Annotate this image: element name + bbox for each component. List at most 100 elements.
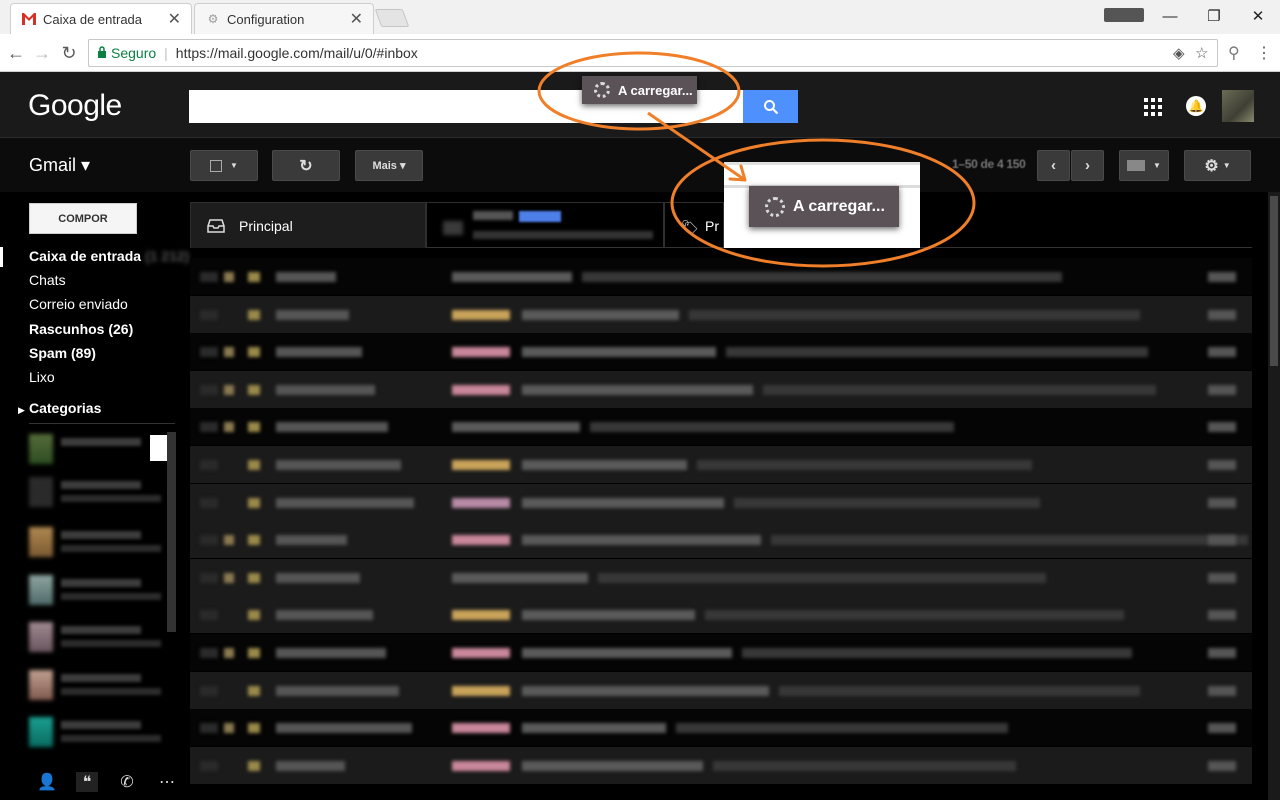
hangouts-contact[interactable] (29, 622, 169, 656)
hangouts-contact[interactable] (29, 575, 169, 609)
table-row[interactable] (190, 746, 1252, 784)
table-row[interactable] (190, 558, 1252, 596)
extension-bike-icon[interactable]: ⚲ (1228, 43, 1240, 63)
blurred-tab-title (473, 211, 513, 220)
phone-icon[interactable]: ✆ (116, 772, 138, 792)
sidebar-item-sent[interactable]: Correio enviado (29, 296, 128, 312)
close-window-button[interactable]: ✕ (1238, 4, 1278, 28)
sidebar-item-drafts[interactable]: Rascunhos (26) (29, 321, 133, 337)
gmail-switcher[interactable]: Gmail ▾ (29, 155, 90, 176)
reload-icon[interactable]: ↻ (57, 41, 81, 65)
blurred-cell (582, 272, 1062, 282)
sidebar-scrollbar[interactable] (167, 432, 176, 632)
table-row[interactable] (190, 671, 1252, 709)
tab-promotions[interactable]: 🏷 Pr (664, 202, 724, 248)
search-button[interactable] (743, 90, 798, 123)
new-tab-button[interactable] (374, 9, 410, 27)
table-row[interactable] (190, 258, 1252, 295)
omnibox-separator: | (164, 45, 168, 61)
browser-tab-inbox[interactable]: Caixa de entrada ✕ (10, 3, 192, 34)
restore-button[interactable]: ❐ (1194, 4, 1234, 28)
hangouts-contact[interactable] (29, 434, 169, 468)
contact-name (61, 674, 141, 682)
table-row[interactable] (190, 295, 1252, 333)
browser-tab-configuration[interactable]: ⚙ Configuration ✕ (194, 3, 374, 34)
minimize-button[interactable]: — (1150, 4, 1190, 28)
new-badge (519, 211, 561, 222)
url-text: https://mail.google.com/mail/u/0/#inbox (175, 45, 418, 61)
person-icon[interactable]: 👤 (36, 772, 58, 792)
contact-status (61, 688, 161, 695)
loading-label: A carregar... (793, 197, 885, 215)
blurred-cell (705, 610, 1124, 621)
notifications-bell-icon[interactable]: 🔔 (1186, 96, 1206, 116)
table-row[interactable] (190, 370, 1252, 408)
settings-button[interactable]: ⚙ ▼ (1184, 150, 1251, 181)
blurred-cell (248, 497, 260, 508)
avatar (29, 527, 53, 557)
apps-grid-icon[interactable] (1144, 98, 1162, 116)
back-arrow-icon[interactable]: ← (4, 41, 28, 65)
contact-name (61, 721, 141, 729)
newer-page-button[interactable]: ‹ (1037, 150, 1070, 181)
blurred-cell (452, 272, 572, 282)
blurred-tab-subtitle (473, 231, 653, 239)
expand-arrow-icon[interactable]: ▶ (18, 405, 25, 416)
sidebar-item-inbox[interactable]: Caixa de entrada (1 212) (29, 248, 189, 264)
blurred-cell (248, 422, 260, 433)
sidebar-item-chats[interactable]: Chats (29, 272, 66, 288)
more-dots-icon[interactable]: ⋯ (156, 772, 178, 792)
more-button[interactable]: Mais ▾ (355, 150, 423, 181)
close-tab-icon[interactable]: ✕ (168, 9, 181, 29)
tab-primary[interactable]: Principal (190, 202, 426, 248)
blurred-cell (200, 760, 218, 771)
blurred-cell (276, 384, 375, 395)
close-tab-icon[interactable]: ✕ (350, 9, 363, 29)
sidebar-item-trash[interactable]: Lixo (29, 369, 55, 385)
blurred-cell (276, 272, 336, 282)
profile-chip[interactable] (1104, 8, 1144, 22)
tab-label: Principal (239, 217, 293, 234)
table-row[interactable] (190, 709, 1252, 747)
older-page-button[interactable]: › (1071, 150, 1104, 181)
table-row[interactable] (190, 483, 1252, 521)
table-row[interactable] (190, 408, 1252, 446)
compose-button[interactable]: COMPOR (29, 203, 137, 234)
forward-arrow-icon[interactable]: → (30, 41, 54, 65)
hangouts-divider (29, 423, 175, 424)
table-row[interactable] (190, 521, 1252, 559)
hangouts-contact[interactable] (29, 717, 169, 751)
hangouts-contact[interactable] (29, 527, 169, 561)
lock-icon (97, 45, 107, 61)
sidebar-item-categories[interactable]: Categorias (29, 400, 101, 416)
google-logo[interactable]: Google (28, 89, 122, 123)
sidebar-item-spam[interactable]: Spam (89) (29, 345, 96, 361)
hangouts-contact[interactable] (29, 477, 169, 511)
blurred-cell (452, 309, 510, 320)
chrome-menu-icon[interactable]: ⋮ (1256, 43, 1272, 63)
table-row[interactable] (190, 634, 1252, 671)
tab-title: Configuration (227, 11, 305, 27)
main-scrollbar[interactable] (1268, 192, 1280, 800)
blurred-cell (200, 384, 218, 395)
blurred-cell (522, 648, 732, 658)
scrollbar-thumb[interactable] (1270, 196, 1278, 366)
hangouts-quote-icon[interactable]: ❝ (76, 772, 98, 792)
refresh-button[interactable]: ↻ (272, 150, 340, 181)
blurred-cell (200, 535, 218, 546)
blurred-cell (200, 685, 218, 696)
address-bar[interactable]: Seguro | https://mail.google.com/mail/u/… (88, 39, 1218, 67)
hangouts-contact[interactable] (29, 670, 169, 704)
account-avatar[interactable] (1222, 90, 1254, 122)
tab-social[interactable] (426, 202, 664, 248)
contact-status (61, 545, 161, 552)
table-row[interactable] (190, 446, 1252, 483)
select-checkbox-dropdown[interactable]: ▼ (190, 150, 258, 181)
input-tools-button[interactable]: ▼ (1119, 150, 1169, 181)
table-row[interactable] (190, 596, 1252, 634)
extension-diamond-icon[interactable]: ◈ (1173, 44, 1185, 62)
blurred-cell (200, 272, 218, 282)
bookmark-star-icon[interactable]: ☆ (1195, 44, 1208, 62)
blurred-cell (697, 460, 1032, 470)
table-row[interactable] (190, 333, 1252, 371)
